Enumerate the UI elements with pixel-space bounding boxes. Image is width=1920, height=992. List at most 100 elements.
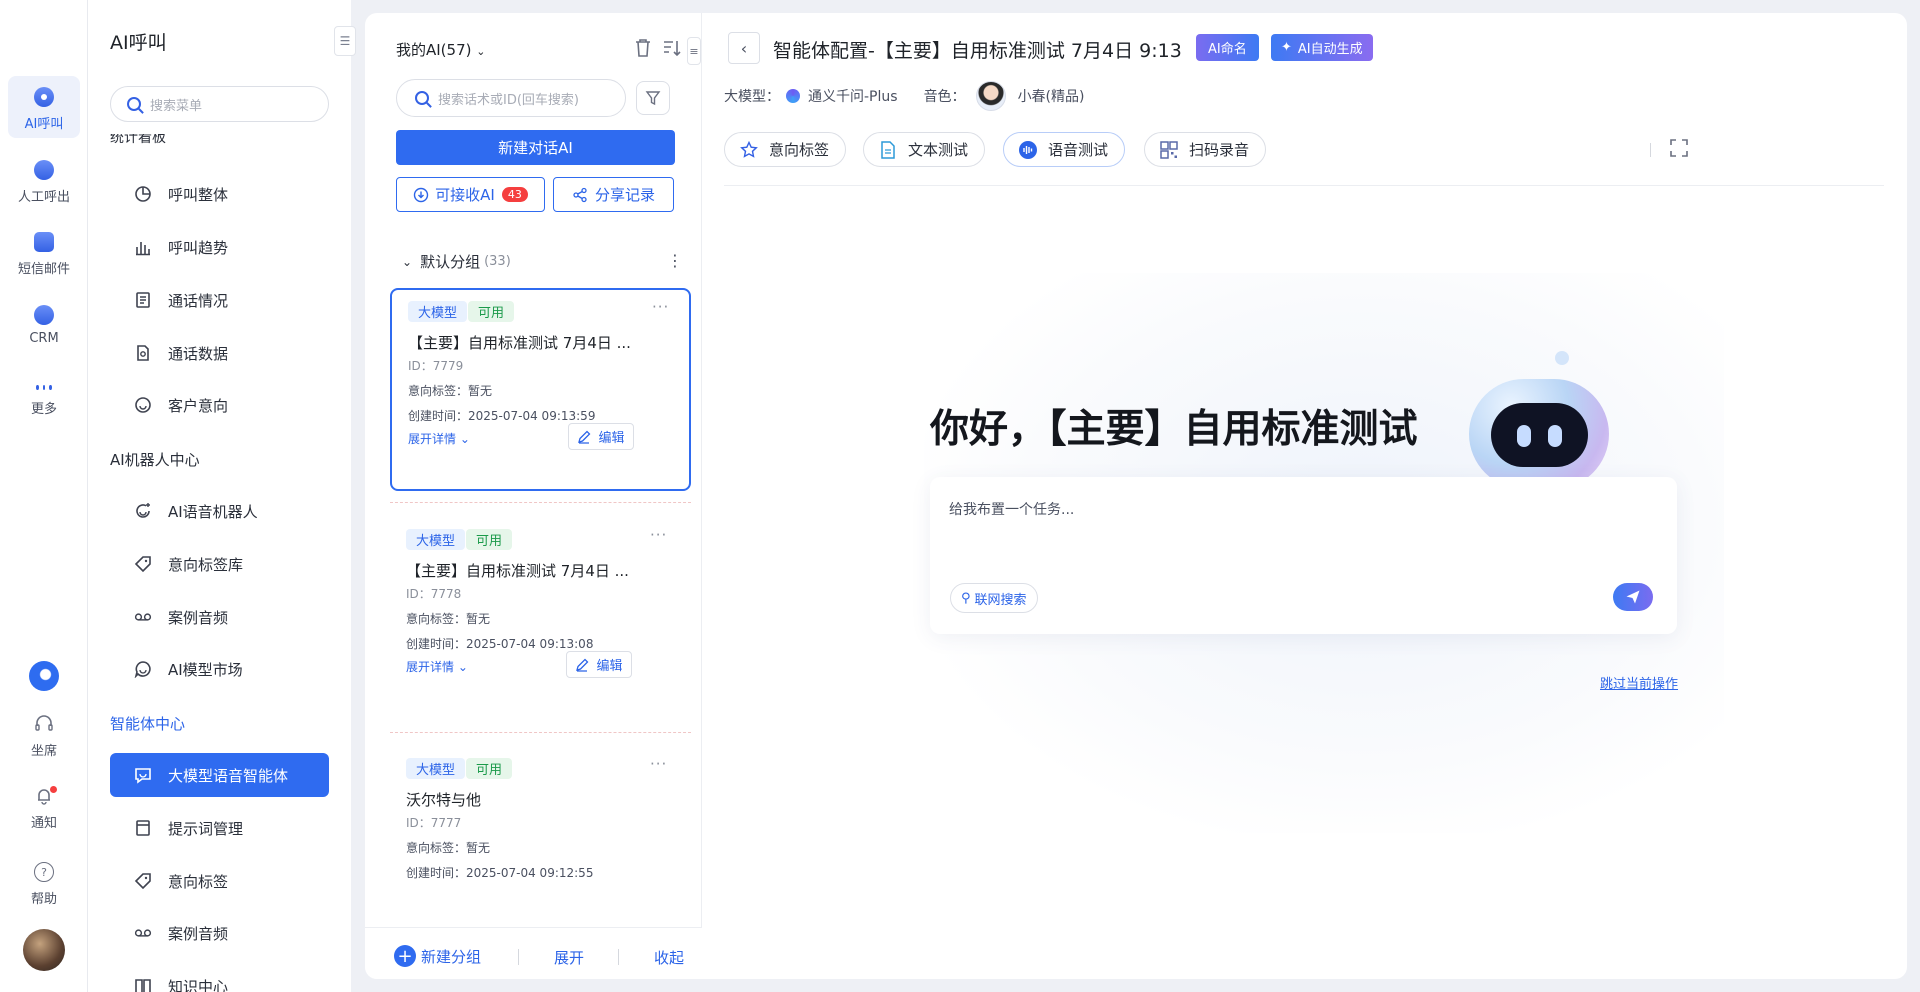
web-search-toggle[interactable]: ⚲ 联网搜索 — [950, 583, 1038, 613]
text-test-button[interactable]: 文本测试 — [863, 132, 986, 167]
ai-name-button[interactable]: AI命名 — [1196, 34, 1259, 61]
intent-tag-button[interactable]: 意向标签 — [724, 132, 847, 167]
card-more-icon[interactable]: ··· — [650, 526, 667, 544]
menu-item-llm-voice-agent[interactable]: 大模型语音智能体 — [110, 753, 329, 797]
menu-item-label: AI模型市场 — [168, 660, 243, 679]
new-dialog-ai-button[interactable]: 新建对话AI — [396, 130, 675, 165]
trash-icon[interactable] — [633, 37, 653, 59]
card-more-icon[interactable]: ··· — [652, 298, 669, 316]
robot-eye — [1548, 425, 1562, 447]
manual-call-icon — [34, 160, 54, 180]
menu-section-robot-center: AI机器人中心 — [110, 451, 200, 469]
task-input-box[interactable]: 给我布置一个任务... ⚲ 联网搜索 — [930, 477, 1677, 634]
rail-item-seat[interactable]: 坐席 — [8, 714, 80, 764]
rail-item-crm[interactable]: CRM — [8, 305, 80, 355]
card-expand-link[interactable]: 展开详情 ⌄ — [406, 658, 468, 675]
menu-search-input[interactable]: 搜索菜单 — [110, 86, 329, 122]
menu-item-intent-tag-lib[interactable]: 意向标签库 — [110, 542, 329, 586]
user-avatar[interactable] — [23, 929, 65, 971]
menu-item-call-trend[interactable]: 呼叫趋势 — [110, 225, 329, 269]
menu-item-label: 通话数据 — [168, 344, 229, 363]
expand-all-link[interactable]: 展开 — [554, 947, 584, 968]
share-record-button[interactable]: 分享记录 — [553, 177, 674, 212]
collapse-menu-button[interactable]: ☰ — [334, 26, 356, 56]
share-icon — [573, 187, 587, 202]
filter-icon — [645, 91, 661, 106]
menu-item-call-data[interactable]: 通话数据 — [110, 331, 329, 375]
menu-item-label: 案例音频 — [168, 924, 229, 943]
rail-item-more[interactable]: 更多 — [8, 382, 80, 432]
model-label: 大模型： — [724, 89, 780, 105]
list-search-input[interactable]: 搜索话术或ID(回车搜索) — [396, 79, 626, 117]
menu-item-call-status[interactable]: 通话情况 — [110, 278, 329, 322]
menu-item-prompt-manage[interactable]: 提示词管理 — [110, 806, 329, 850]
back-button[interactable]: ‹ — [728, 32, 760, 64]
voice-value[interactable]: 小春(精品) — [1018, 86, 1085, 106]
agent-card[interactable]: 大模型 可用 ··· 沃尔特与他 ID：7777 意向标签：暂无 创建时间：20… — [390, 747, 691, 927]
menu-item-knowledge-center[interactable]: 知识中心 — [110, 964, 329, 992]
chevron-down-icon: ⌄ — [459, 432, 470, 446]
menu-item-label: 呼叫趋势 — [168, 238, 229, 257]
agent-card[interactable]: 大模型 可用 ··· 【主要】自用标准测试 7月4日 ... ID：7779 意… — [390, 288, 691, 491]
scan-record-button[interactable]: 扫码录音 — [1144, 132, 1267, 167]
card-edit-button[interactable]: 编辑 — [568, 423, 634, 450]
page-title: 智能体配置-【主要】自用标准测试 7月4日 9:13 — [773, 40, 1182, 62]
tag-llm: 大模型 — [408, 301, 468, 322]
sort-icon[interactable] — [662, 37, 682, 59]
rail-item-sms-mail[interactable]: 短信邮件 — [8, 232, 80, 282]
search-icon — [127, 97, 141, 111]
menu-item-case-audio-2[interactable]: 案例音频 — [110, 911, 329, 955]
voicemail-icon — [134, 924, 152, 942]
menu-item-label: 意向标签 — [168, 872, 229, 891]
rail-label: 短信邮件 — [17, 262, 70, 277]
menu-item-label: 意向标签库 — [168, 555, 244, 574]
add-group-button[interactable]: + 新建分组 — [394, 945, 481, 967]
robot-chat-icon — [134, 502, 152, 520]
panel-toggle-icon[interactable]: ≡ — [687, 37, 701, 65]
menu-item-label: 大模型语音智能体 — [168, 766, 289, 785]
filter-button[interactable] — [636, 81, 670, 115]
voice-label: 音色： — [923, 89, 966, 105]
menu-item-label: 知识中心 — [168, 977, 229, 992]
voice-test-button[interactable]: 语音测试 — [1003, 132, 1126, 167]
receive-count-badge: 43 — [501, 187, 528, 202]
document-icon — [134, 291, 152, 309]
menu-item-call-overall[interactable]: 呼叫整体 — [110, 172, 329, 216]
menu-item-ai-model-market[interactable]: AI模型市场 — [110, 647, 329, 691]
card-expand-link[interactable]: 展开详情 ⌄ — [408, 430, 470, 447]
receivable-ai-button[interactable]: 可接收AI 43 — [396, 177, 545, 212]
agent-card[interactable]: 大模型 可用 ··· 【主要】自用标准测试 7月4日 ... ID：7778 意… — [390, 518, 691, 721]
chevron-down-icon: ⌄ — [476, 45, 486, 58]
footer-divider — [518, 949, 519, 965]
card-title: 沃尔特与他 — [406, 791, 482, 809]
card-more-icon[interactable]: ··· — [650, 755, 667, 773]
send-button[interactable] — [1613, 583, 1653, 611]
card-intent: 意向标签：暂无 — [406, 841, 491, 855]
skip-current-link[interactable]: 跳过当前操作 — [1600, 673, 1678, 692]
collapse-all-link[interactable]: 收起 — [654, 947, 684, 968]
group-header[interactable]: ⌄ 默认分组 (33) — [402, 251, 511, 272]
group-more-icon[interactable]: ⋮ — [667, 251, 683, 270]
fullscreen-icon[interactable] — [1669, 138, 1689, 158]
rail-item-help[interactable]: ? 帮助 — [8, 862, 80, 912]
agent-list-column: 我的AI(57) ⌄ ≡ 搜索话术或ID(回车搜索) 新建对话AI 可接收AI … — [365, 13, 702, 979]
audio-wave-icon — [1018, 140, 1038, 160]
rail-label: 坐席 — [30, 744, 57, 759]
rail-item-ai-call[interactable]: AI呼叫 — [8, 76, 80, 138]
menu-item-label: 通话情况 — [168, 291, 229, 310]
card-created: 创建时间：2025-07-04 09:12:55 — [406, 866, 594, 880]
card-edit-button[interactable]: 编辑 — [566, 651, 632, 678]
menu-item-ai-voice-robot[interactable]: AI语音机器人 — [110, 489, 329, 533]
download-circle-icon — [413, 187, 429, 202]
menu-item-intent-tag[interactable]: 意向标签 — [110, 859, 329, 903]
my-ai-dropdown[interactable]: 我的AI(57) ⌄ — [396, 39, 485, 60]
menu-item-customer-intent[interactable]: 客户意向 — [110, 383, 329, 427]
rail-item-manual-call[interactable]: 人工呼出 — [8, 160, 80, 210]
menu-item-case-audio[interactable]: 案例音频 — [110, 595, 329, 639]
voicemail-icon — [134, 608, 152, 626]
card-intent: 意向标签：暂无 — [406, 612, 491, 626]
more-icon — [34, 382, 54, 392]
ai-generate-button[interactable]: ✦ AI自动生成 — [1271, 34, 1373, 61]
rail-item-notify[interactable]: 通知 — [8, 786, 80, 836]
tag-llm: 大模型 — [406, 758, 466, 779]
